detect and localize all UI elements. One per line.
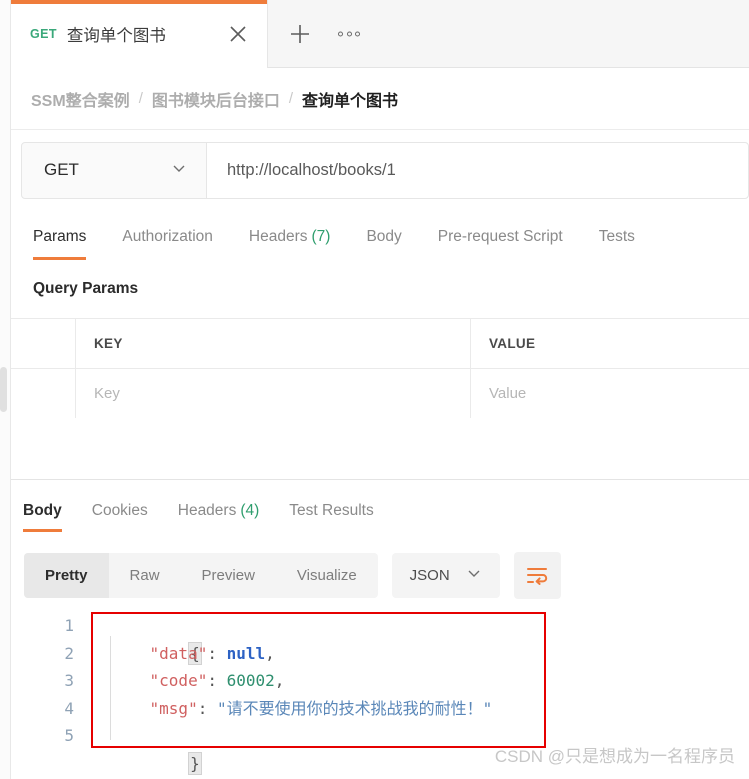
query-params-table: KEY VALUE Key Value xyxy=(11,318,749,419)
code-line: "msg": "请不要使用你的技术挑战我的耐性！" xyxy=(99,695,749,723)
json-comma: , xyxy=(265,643,275,663)
format-visualize[interactable]: Visualize xyxy=(276,553,378,598)
response-tab-headers-count: (4) xyxy=(240,502,260,519)
json-comma: , xyxy=(274,671,285,690)
tab-authorization-label: Authorization xyxy=(122,228,213,245)
tab-pre-request-script[interactable]: Pre-request Script xyxy=(438,218,563,260)
tab-headers[interactable]: Headers (7) xyxy=(249,218,331,260)
json-key: "data" xyxy=(149,643,208,663)
tab-method-label: GET xyxy=(30,27,57,41)
line-number: 1 xyxy=(64,616,74,635)
response-tab-body[interactable]: Body xyxy=(23,498,62,532)
json-key: "code" xyxy=(149,671,208,690)
json-value-string: "请不要使用你的技术挑战我的耐性！" xyxy=(216,698,493,718)
json-value-number: 60002 xyxy=(226,671,275,690)
line-number: 3 xyxy=(64,671,74,690)
tab-params[interactable]: Params xyxy=(33,218,87,260)
format-pretty[interactable]: Pretty xyxy=(24,553,109,598)
tab-tests-label: Tests xyxy=(598,228,635,245)
request-tab-active[interactable]: GET 查询单个图书 xyxy=(11,0,268,68)
json-value-null: null xyxy=(226,643,266,663)
response-format-toolbar: Pretty Raw Preview Visualize JSON xyxy=(24,552,561,599)
breadcrumb-item-folder[interactable]: 图书模块后台接口 xyxy=(152,87,280,111)
line-number: 4 xyxy=(64,698,74,718)
query-params-title: Query Params xyxy=(33,280,139,297)
column-header-key: KEY xyxy=(76,319,471,368)
breadcrumb-separator: / xyxy=(288,90,294,107)
json-colon: : xyxy=(207,643,227,663)
language-select[interactable]: JSON xyxy=(391,553,500,598)
left-rail xyxy=(0,0,11,779)
tab-headers-label: Headers xyxy=(248,228,308,245)
more-horizontal-icon[interactable] xyxy=(338,31,360,36)
tab-body-label: Body xyxy=(366,228,402,245)
wrap-text-icon[interactable] xyxy=(513,552,561,599)
url-box: GET http://localhost/books/1 xyxy=(21,141,749,199)
table-header-row: KEY VALUE xyxy=(11,319,749,369)
response-tab-cookies[interactable]: Cookies xyxy=(92,498,148,532)
url-bar: GET http://localhost/books/1 xyxy=(11,130,749,210)
tab-headers-count: (7) xyxy=(311,228,331,245)
key-input[interactable]: Key xyxy=(76,369,471,418)
code-line: "data": null, xyxy=(99,640,749,668)
query-params-spacer xyxy=(11,418,749,480)
format-raw[interactable]: Raw xyxy=(109,553,181,598)
tab-authorization[interactable]: Authorization xyxy=(122,218,212,260)
response-tab-test-results-label: Test Results xyxy=(289,502,374,519)
header-checkbox-cell xyxy=(11,319,76,368)
column-header-value: VALUE xyxy=(489,336,536,351)
line-number-gutter: 1 2 3 4 5 xyxy=(11,612,88,779)
line-number: 2 xyxy=(64,643,74,663)
breadcrumb-item-collection[interactable]: SSM整合案例 xyxy=(31,87,130,111)
format-preview[interactable]: Preview xyxy=(181,553,276,598)
chevron-down-icon xyxy=(466,565,482,586)
response-tab-headers[interactable]: Headers (4) xyxy=(178,498,260,532)
close-icon[interactable] xyxy=(227,23,249,45)
line-number: 5 xyxy=(64,726,74,745)
language-label: JSON xyxy=(409,567,450,584)
json-colon: : xyxy=(207,671,227,690)
breadcrumb-separator: / xyxy=(138,90,143,107)
breadcrumb: SSM整合案例 / 图书模块后台接口 / 查询单个图书 xyxy=(11,68,749,130)
json-colon: : xyxy=(197,698,217,718)
url-input[interactable]: http://localhost/books/1 xyxy=(207,142,748,198)
code-line: { xyxy=(99,612,749,665)
tab-strip: GET 查询单个图书 xyxy=(11,0,749,68)
format-segmented-control: Pretty Raw Preview Visualize xyxy=(24,553,378,598)
http-method-select[interactable]: GET xyxy=(22,142,207,198)
postman-window: GET 查询单个图书 SSM整合案例 / 图书模块后台接口 / 查询单个图书 G… xyxy=(0,0,749,779)
tab-pre-request-script-label: Pre-request Script xyxy=(437,228,563,245)
watermark: CSDN @只是想成为一名程序员 xyxy=(494,747,735,766)
json-key: "msg" xyxy=(149,698,198,718)
row-checkbox-cell[interactable] xyxy=(11,369,76,418)
tab-title-label: 查询单个图书 xyxy=(66,27,166,45)
value-input[interactable]: Value xyxy=(471,369,749,418)
table-row: Key Value xyxy=(11,369,749,419)
breadcrumb-item-request: 查询单个图书 xyxy=(302,92,399,110)
brace-close: } xyxy=(188,751,202,775)
tab-tests[interactable]: Tests xyxy=(599,218,635,260)
request-tabs: Params Authorization Headers (7) Body Pre… xyxy=(11,218,749,270)
chevron-down-icon xyxy=(170,159,188,182)
response-tab-test-results[interactable]: Test Results xyxy=(289,498,373,532)
tab-params-label: Params xyxy=(33,228,87,245)
response-tab-cookies-label: Cookies xyxy=(91,502,148,519)
code-line: "code": 60002, xyxy=(99,667,749,695)
tab-body[interactable]: Body xyxy=(366,218,401,260)
http-method-label: GET xyxy=(44,160,79,179)
plus-icon[interactable] xyxy=(288,22,312,46)
sidebar-scrollbar[interactable] xyxy=(0,367,7,412)
response-tab-headers-label: Headers xyxy=(177,502,237,519)
response-tabs: Body Cookies Headers (4) Test Results xyxy=(11,498,749,540)
response-tab-body-label: Body xyxy=(23,502,62,519)
